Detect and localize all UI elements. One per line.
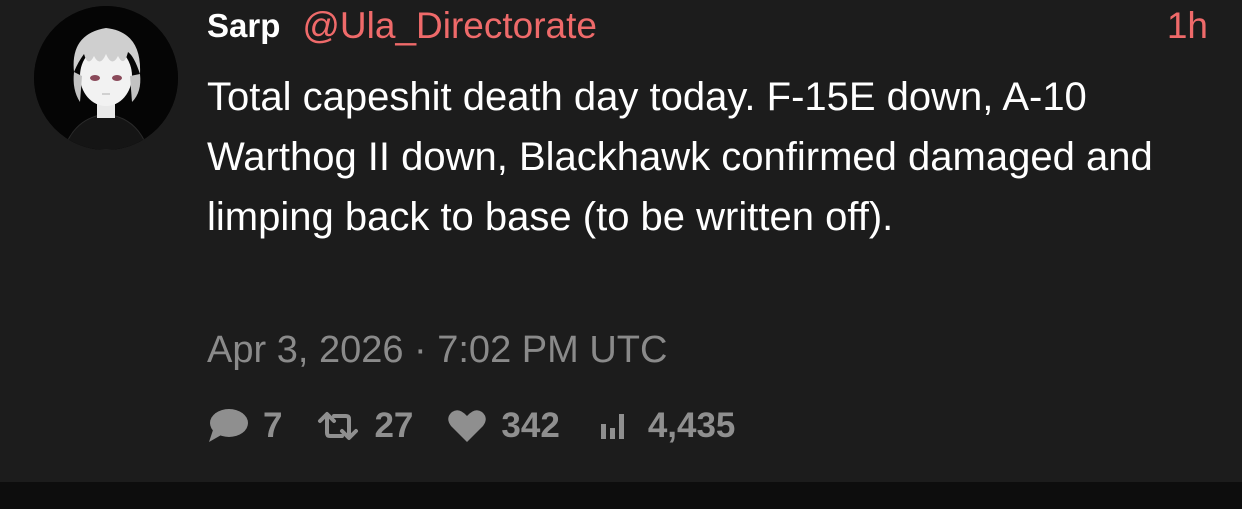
like-count: 342 — [501, 406, 560, 445]
relative-time[interactable]: 1h — [1167, 4, 1208, 48]
speech-bubble-icon — [207, 406, 249, 446]
reply-button[interactable]: 7 — [207, 406, 282, 446]
author-handle[interactable]: @Ula_Directorate — [302, 5, 597, 47]
tweet-timestamp[interactable]: Apr 3, 2026 · 7:02 PM UTC — [207, 326, 667, 374]
anime-avatar-icon — [34, 6, 178, 150]
tweet-header: Sarp @Ula_Directorate — [207, 4, 597, 48]
author-display-name[interactable]: Sarp — [207, 7, 280, 45]
bottom-strip — [0, 482, 1242, 509]
like-button[interactable]: 342 — [447, 406, 560, 446]
tweet-stats: 7 27 342 4,435 — [207, 403, 769, 449]
reply-count: 7 — [263, 406, 283, 445]
bar-chart-icon — [594, 411, 634, 441]
tweet-card[interactable]: Sarp @Ula_Directorate 1h Total capeshit … — [0, 0, 1242, 482]
retweet-count: 27 — [374, 406, 414, 445]
heart-icon — [447, 409, 487, 443]
avatar[interactable] — [34, 6, 178, 150]
retweet-icon — [316, 411, 360, 441]
tweet-text: Total capeshit death day today. F-15E do… — [207, 75, 1153, 239]
retweet-button[interactable]: 27 — [316, 406, 413, 446]
view-count: 4,435 — [647, 406, 736, 445]
views-button[interactable]: 4,435 — [594, 406, 736, 446]
